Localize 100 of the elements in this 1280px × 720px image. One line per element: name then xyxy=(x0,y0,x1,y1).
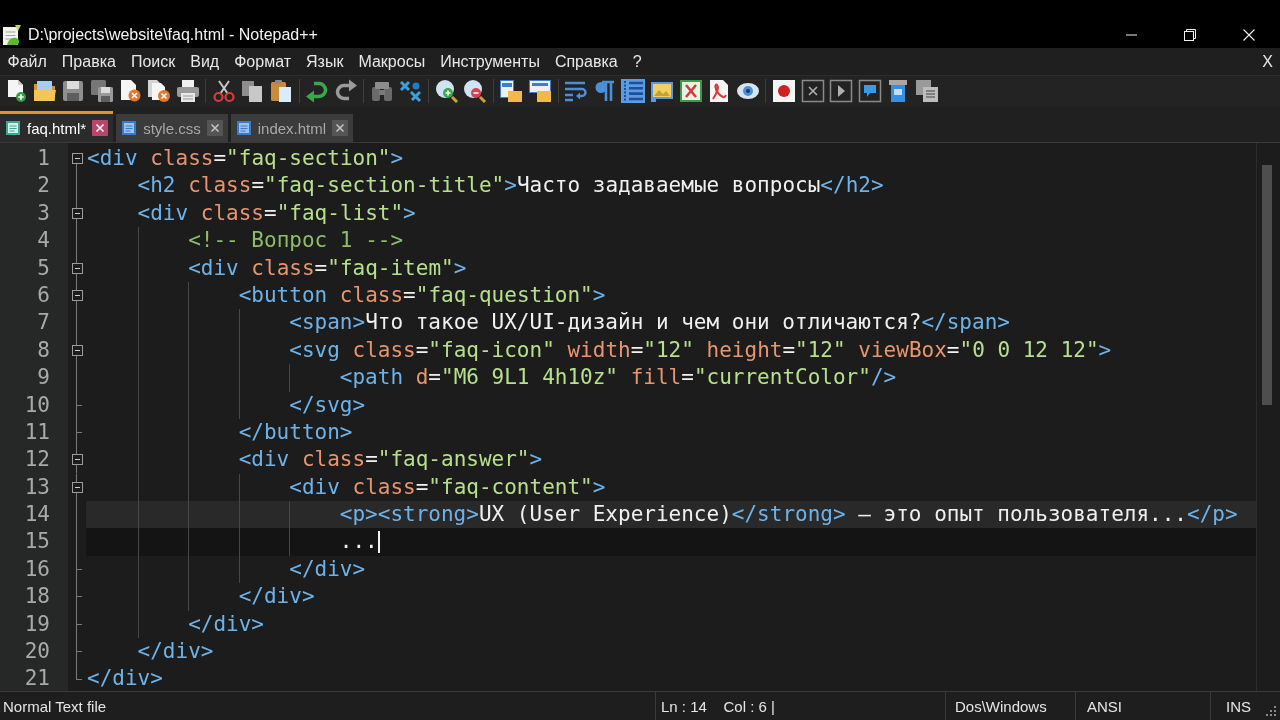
code-line: <path d="M6 9L1 4h10z" fill="currentColor"/> xyxy=(339,364,897,392)
binoculars-icon[interactable] xyxy=(369,79,394,103)
resize-grip-icon[interactable] xyxy=(1265,705,1277,717)
collapse-icon[interactable] xyxy=(71,290,83,302)
code-line: <button class="faq-question"> xyxy=(238,281,606,309)
file-icon xyxy=(5,120,21,136)
crossed-sheet-icon[interactable] xyxy=(678,79,703,103)
code-line: </div> xyxy=(188,610,264,638)
scrollbar-thumb[interactable] xyxy=(1262,165,1272,405)
tab[interactable]: index.html xyxy=(230,114,354,142)
line-number: 16 xyxy=(24,555,50,583)
line-number: 7 xyxy=(37,309,50,337)
undo-icon[interactable] xyxy=(305,79,330,103)
collapse-icon[interactable] xyxy=(71,207,83,219)
redo-icon[interactable] xyxy=(333,79,358,103)
restore-icon[interactable] xyxy=(1184,29,1196,41)
tab[interactable]: faq.html* xyxy=(0,111,114,142)
close-icon[interactable] xyxy=(206,120,223,136)
copy-icon[interactable] xyxy=(240,79,265,103)
collapse-icon[interactable] xyxy=(71,481,83,493)
status-line-endings: Dos\Windows xyxy=(955,697,1047,715)
picture-icon[interactable] xyxy=(650,79,675,103)
stacked-windows-icon[interactable] xyxy=(914,79,939,103)
folder-icon[interactable] xyxy=(32,79,57,103)
close-icon[interactable] xyxy=(92,120,109,136)
play-icon[interactable] xyxy=(829,79,854,103)
code-line: <div class="faq-list"> xyxy=(137,199,416,227)
collapse-icon[interactable] xyxy=(71,262,83,274)
code-line: <div class="faq-section"> xyxy=(87,145,404,172)
collapse-icon[interactable] xyxy=(71,344,83,356)
line-number: 9 xyxy=(37,364,50,392)
code-line: <h2 class="faq-section-title">Часто задаваемые вопросы</h2> xyxy=(137,172,884,200)
code-line: </div> xyxy=(137,638,214,666)
code-line: </button> xyxy=(238,418,353,446)
printer-icon[interactable] xyxy=(175,79,200,103)
notepad-icon xyxy=(2,24,22,46)
menu-item[interactable]: ? xyxy=(625,48,650,75)
close-icon[interactable] xyxy=(332,120,349,136)
line-number: 10 xyxy=(24,391,50,419)
window-panes-icon[interactable] xyxy=(499,79,524,103)
window-title: D:\projects\website\faq.html - Notepad++ xyxy=(28,26,318,44)
file-icon xyxy=(235,120,252,136)
save-icon[interactable] xyxy=(61,79,86,103)
code-line: <div class="faq-answer"> xyxy=(238,446,543,474)
line-number: 18 xyxy=(24,583,50,611)
x-square-icon[interactable] xyxy=(800,79,825,103)
status-file-type: Normal Text file xyxy=(3,697,107,715)
close-document-button[interactable]: X xyxy=(1255,48,1280,75)
collapse-icon[interactable] xyxy=(71,153,83,165)
menu-item[interactable]: Формат xyxy=(226,48,299,75)
line-number: 3 xyxy=(37,199,50,227)
zoom-out-icon[interactable] xyxy=(463,79,488,103)
code-line: <div class="faq-content"> xyxy=(289,473,606,501)
line-number: 13 xyxy=(24,473,50,501)
menu-item[interactable]: Правка xyxy=(54,48,124,75)
bubble-square-icon[interactable] xyxy=(857,79,882,103)
word-wrap-icon[interactable] xyxy=(564,79,589,103)
line-number: 15 xyxy=(24,528,50,556)
pilcrow-icon[interactable] xyxy=(592,79,617,103)
line-number: 21 xyxy=(24,665,50,693)
line-number: 8 xyxy=(37,336,50,364)
close-all-icon[interactable] xyxy=(146,79,171,103)
menu-item[interactable]: Поиск xyxy=(123,48,183,75)
line-number: 19 xyxy=(24,610,50,638)
clipboard-icon[interactable] xyxy=(268,79,293,103)
indent-lines-icon[interactable] xyxy=(621,79,646,103)
code-line: </div> xyxy=(87,665,163,693)
menu-item[interactable]: Справка xyxy=(547,48,626,75)
line-number: 12 xyxy=(24,446,50,474)
code-line: <svg class="faq-icon" width="12" height="12" viewBox="0 0 12 12"> xyxy=(289,336,1112,364)
line-number: 2 xyxy=(37,172,50,200)
scissors-icon[interactable] xyxy=(211,79,236,103)
menu-item[interactable]: Язык xyxy=(298,48,351,75)
code-line: <p><strong>UX (User Experience)</strong> — это опыт пользователя...</p> xyxy=(339,501,1238,529)
menu-item[interactable]: Макросы xyxy=(350,48,433,75)
code-line: ... xyxy=(339,528,378,556)
code-line: </div> xyxy=(289,555,366,583)
save-all-icon[interactable] xyxy=(89,79,114,103)
line-number: 6 xyxy=(37,281,50,309)
window-panes-icon[interactable] xyxy=(528,79,553,103)
menu-item[interactable]: Вид xyxy=(182,48,227,75)
line-number: 20 xyxy=(24,638,50,666)
file-icon xyxy=(121,120,138,136)
menu-item[interactable]: Файл xyxy=(0,48,55,75)
line-number: 1 xyxy=(37,145,50,172)
code-line: </svg> xyxy=(289,391,366,419)
tab[interactable]: style.css xyxy=(116,114,228,142)
crosses-icon[interactable] xyxy=(398,79,423,103)
line-number: 11 xyxy=(24,418,50,446)
close-icon[interactable] xyxy=(1243,29,1255,41)
code-line: <div class="faq-item"> xyxy=(188,254,467,282)
status-position: Ln : 14 Col : 6 | xyxy=(661,697,775,715)
code-line: <span>Что такое UX/UI-дизайн и чем они отличаются?</span> xyxy=(289,309,1010,337)
code-line: <!-- Вопрос 1 --> xyxy=(188,227,404,255)
line-number: 4 xyxy=(37,227,50,255)
collapse-icon[interactable] xyxy=(71,454,83,466)
zoom-in-icon[interactable] xyxy=(434,79,459,103)
menu-item[interactable]: Инструменты xyxy=(432,48,548,75)
status-encoding: ANSI xyxy=(1087,697,1122,715)
close-file-icon[interactable] xyxy=(118,79,143,103)
